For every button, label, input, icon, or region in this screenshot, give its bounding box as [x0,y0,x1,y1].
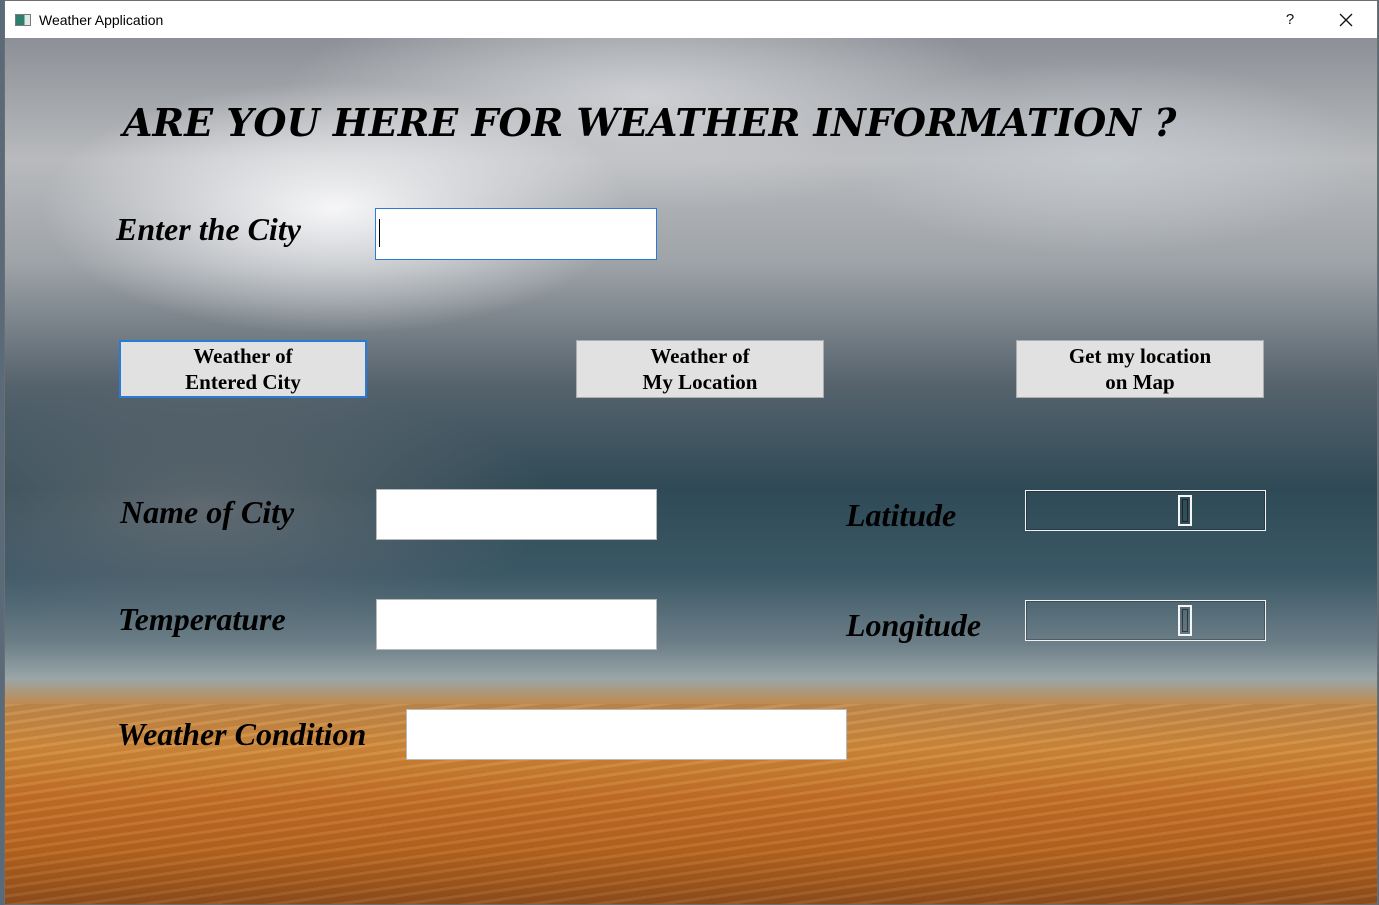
window-title: Weather Application [39,11,164,28]
app-window: Weather Application ? ARE YOU HERE FOR W… [4,0,1378,905]
close-button[interactable] [1323,1,1369,38]
main-panel: ARE YOU HERE FOR WEATHER INFORMATION ? E… [5,38,1377,904]
name-of-city-label: Name of City [120,494,295,530]
weather-entered-city-button[interactable]: Weather of Entered City [119,340,367,398]
latitude-digit [1178,495,1192,526]
temperature-field[interactable] [376,599,657,650]
weather-condition-field[interactable] [406,709,847,760]
page-heading: ARE YOU HERE FOR WEATHER INFORMATION ? [123,100,1177,145]
longitude-digit [1178,605,1192,636]
latitude-label: Latitude [846,497,957,533]
title-bar: Weather Application ? [5,1,1377,38]
weather-condition-label: Weather Condition [117,716,367,752]
city-label: Enter the City [116,211,301,247]
location-map-button[interactable]: Get my location on Map [1016,340,1264,398]
weather-my-location-button[interactable]: Weather of My Location [576,340,824,398]
latitude-display [1025,490,1266,531]
name-of-city-field[interactable] [376,489,657,540]
close-icon [1339,13,1353,26]
longitude-display [1025,600,1266,641]
text-caret [379,219,380,247]
temperature-label: Temperature [118,601,286,637]
help-button[interactable]: ? [1267,1,1313,38]
city-input[interactable] [375,208,657,260]
app-window-icon [15,13,31,26]
longitude-label: Longitude [846,607,982,643]
